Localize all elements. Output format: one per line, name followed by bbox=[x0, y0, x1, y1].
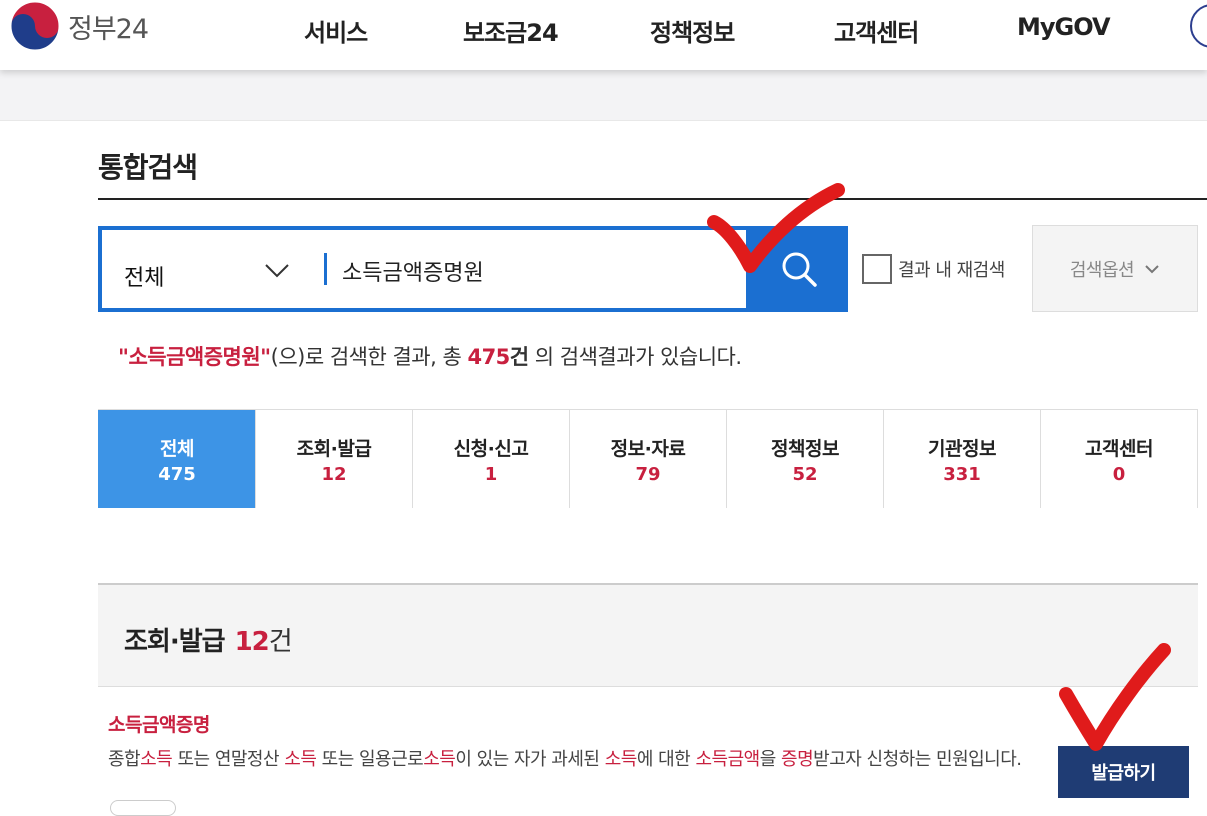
chevron-down-icon bbox=[1145, 264, 1159, 273]
tab-all[interactable]: 전체 475 bbox=[98, 410, 255, 508]
tab-policy-info[interactable]: 정책정보 52 bbox=[726, 410, 883, 508]
site-logo[interactable]: 정부24 bbox=[10, 1, 149, 51]
desc-part: 또는 일용근로 bbox=[316, 749, 424, 770]
search-icon bbox=[782, 252, 817, 287]
result-keyword: "소득금액증명원" bbox=[118, 345, 271, 369]
desc-part: 에 대한 bbox=[636, 749, 696, 770]
issue-button[interactable]: 발급하기 bbox=[1058, 746, 1189, 798]
search-input[interactable] bbox=[342, 254, 722, 288]
desc-highlight: 소득 bbox=[423, 749, 456, 770]
recheck-checkbox[interactable] bbox=[862, 254, 892, 284]
nav-item-services[interactable]: 서비스 bbox=[304, 13, 368, 48]
logo-text: 정부24 bbox=[68, 13, 149, 45]
result-mid-text: (으)로 검색한 결과, 총 bbox=[270, 345, 468, 369]
desc-part: 또는 연말정산 bbox=[172, 749, 285, 770]
recheck-option[interactable]: 결과 내 재검색 bbox=[862, 254, 1005, 284]
tab-label: 전체 bbox=[160, 437, 194, 460]
nav-item-mygov[interactable]: MyGOV bbox=[1017, 13, 1111, 41]
section-count: 12 bbox=[234, 627, 270, 657]
search-button[interactable] bbox=[749, 226, 848, 312]
tab-label: 조회·발급 bbox=[296, 437, 372, 460]
tab-count: 12 bbox=[321, 463, 347, 485]
tab-count: 1 bbox=[484, 463, 498, 485]
tab-inquiry-issue[interactable]: 조회·발급 12 bbox=[255, 410, 412, 508]
result-summary: "소득금액증명원"(으)로 검색한 결과, 총 475건 의 검색결과가 있습니… bbox=[118, 341, 742, 371]
section-title-label: 조회·발급 bbox=[124, 627, 226, 657]
taegeuk-emblem-icon bbox=[10, 1, 60, 51]
tab-count: 475 bbox=[158, 463, 196, 485]
search-box: 전체 bbox=[98, 226, 750, 312]
tab-label: 정보·자료 bbox=[610, 437, 686, 460]
item-tag[interactable] bbox=[110, 800, 176, 816]
nav-item-support[interactable]: 고객센터 bbox=[834, 13, 919, 48]
nav-item-policy[interactable]: 정책정보 bbox=[650, 13, 735, 48]
desc-part: 이 있는 자가 과세된 bbox=[455, 749, 605, 770]
tab-agency-info[interactable]: 기관정보 331 bbox=[883, 410, 1040, 508]
user-menu-button[interactable] bbox=[1190, 4, 1207, 48]
tab-info-data[interactable]: 정보·자료 79 bbox=[569, 410, 726, 508]
result-tail-text: 의 검색결과가 있습니다. bbox=[528, 345, 742, 369]
tab-count: 0 bbox=[1112, 463, 1126, 485]
title-divider bbox=[98, 198, 1207, 200]
recheck-label: 결과 내 재검색 bbox=[898, 260, 1005, 281]
result-item-description: 종합소득 또는 연말정산 소득 또는 일용근로소득이 있는 자가 과세된 소득에… bbox=[108, 746, 1038, 773]
site-header: 정부24 서비스 보조금24 정책정보 고객센터 MyGOV bbox=[0, 0, 1207, 70]
desc-highlight: 소득 bbox=[140, 749, 173, 770]
desc-highlight: 소득 bbox=[604, 749, 638, 770]
header-band bbox=[0, 70, 1207, 121]
result-item-title[interactable]: 소득금액증명 bbox=[108, 710, 210, 737]
search-category-select[interactable]: 전체 bbox=[124, 260, 164, 292]
result-total: 475 bbox=[467, 345, 510, 369]
tab-label: 기관정보 bbox=[928, 437, 996, 460]
desc-part: 받고자 신청하는 민원입니다. bbox=[813, 749, 1022, 770]
search-options-button[interactable]: 검색옵션 bbox=[1032, 225, 1198, 312]
tab-label: 신청·신고 bbox=[453, 437, 529, 460]
chevron-down-icon[interactable] bbox=[262, 256, 292, 286]
nav-item-subsidy[interactable]: 보조금24 bbox=[463, 13, 559, 48]
desc-highlight: 소득 bbox=[284, 749, 317, 770]
page-title: 통합검색 bbox=[98, 151, 198, 184]
section-unit: 건 bbox=[268, 627, 293, 657]
section-title: 조회·발급 12건 bbox=[124, 621, 293, 658]
tab-label: 고객센터 bbox=[1085, 437, 1153, 460]
tab-label: 정책정보 bbox=[771, 437, 839, 460]
desc-part: 종합 bbox=[108, 749, 141, 770]
result-unit: 건 bbox=[509, 345, 529, 369]
tab-count: 331 bbox=[943, 463, 981, 485]
tab-customer-center[interactable]: 고객센터 0 bbox=[1040, 410, 1197, 508]
tab-apply-report[interactable]: 신청·신고 1 bbox=[412, 410, 569, 508]
category-tabs: 전체 475 조회·발급 12 신청·신고 1 정보·자료 79 정책정보 52… bbox=[98, 409, 1198, 508]
tab-count: 52 bbox=[792, 463, 818, 485]
tab-count: 79 bbox=[635, 463, 661, 485]
desc-highlight: 증명 bbox=[781, 749, 814, 770]
desc-highlight: 소득금액 bbox=[695, 749, 760, 770]
desc-part: 을 bbox=[759, 749, 782, 770]
search-options-label: 검색옵션 bbox=[1069, 259, 1135, 281]
section-header: 조회·발급 12건 bbox=[98, 583, 1198, 687]
search-divider bbox=[324, 253, 327, 285]
